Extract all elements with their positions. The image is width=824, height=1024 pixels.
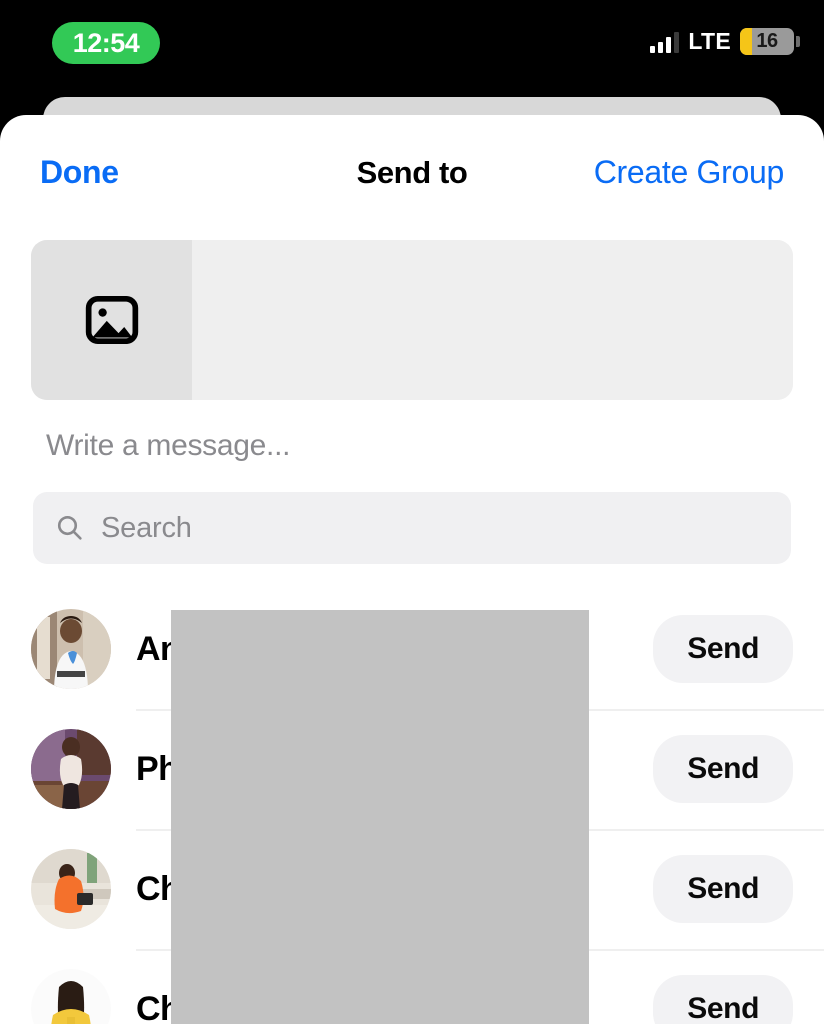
battery-percent: 16 bbox=[756, 30, 778, 52]
done-button[interactable]: Done bbox=[40, 154, 119, 191]
status-indicators: LTE 16 bbox=[650, 28, 800, 55]
status-bar: 12:54 LTE 16 bbox=[0, 0, 824, 97]
message-placeholder: Write a message... bbox=[46, 429, 291, 462]
send-button[interactable]: Send bbox=[653, 615, 793, 683]
cellular-bars-icon bbox=[650, 31, 680, 53]
avatar bbox=[31, 969, 111, 1024]
attachment-caption-area bbox=[192, 240, 793, 400]
avatar bbox=[31, 609, 111, 689]
status-time: 12:54 bbox=[72, 27, 140, 58]
avatar bbox=[31, 849, 111, 929]
photo-placeholder-icon bbox=[85, 296, 138, 344]
redaction-overlay bbox=[171, 610, 589, 1024]
search-container: Search bbox=[0, 492, 824, 564]
attachment-preview[interactable] bbox=[31, 240, 793, 400]
search-icon bbox=[57, 515, 82, 540]
send-button[interactable]: Send bbox=[653, 855, 793, 923]
network-label: LTE bbox=[688, 28, 731, 54]
search-input[interactable]: Search bbox=[33, 492, 791, 564]
send-button[interactable]: Send bbox=[653, 975, 793, 1024]
battery-low-icon: 16 bbox=[740, 28, 800, 55]
sheet-header: Done Send to Create Group bbox=[0, 115, 824, 230]
search-placeholder: Search bbox=[101, 511, 192, 544]
send-button[interactable]: Send bbox=[653, 735, 793, 803]
avatar bbox=[31, 729, 111, 809]
create-group-button[interactable]: Create Group bbox=[594, 154, 785, 191]
phone-screen: 12:54 LTE 16 Done Send to Create Group W… bbox=[0, 0, 824, 1024]
attachment-thumbnail[interactable] bbox=[31, 240, 192, 400]
status-time-pill[interactable]: 12:54 bbox=[52, 22, 160, 64]
message-input[interactable]: Write a message... bbox=[0, 400, 824, 492]
